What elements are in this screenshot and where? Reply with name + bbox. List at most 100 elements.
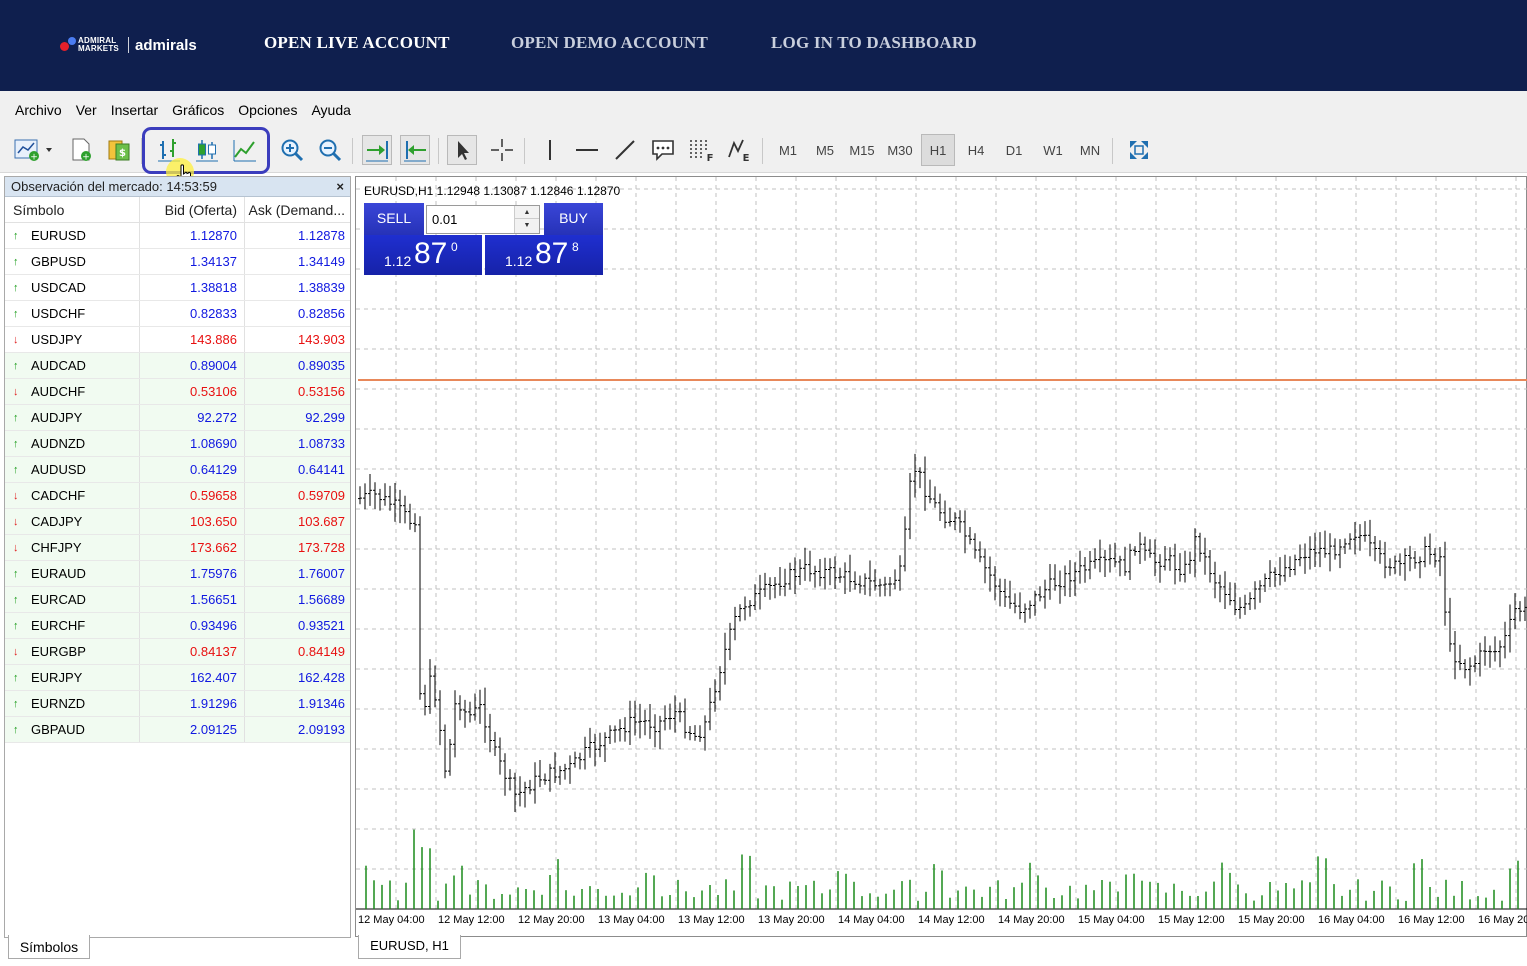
table-row[interactable]: ↑ GBPAUD 2.09125 2.09193 (5, 717, 350, 743)
bid-cell: 92.272 (140, 405, 245, 430)
table-row[interactable]: ↑ AUDCAD 0.89004 0.89035 (5, 353, 350, 379)
admirals-logo[interactable]: ADMIRAL MARKETS admirals (60, 34, 197, 56)
price-chart[interactable] (356, 177, 1527, 938)
close-icon[interactable]: × (336, 177, 344, 196)
stepper-down-icon[interactable]: ▼ (515, 219, 539, 232)
table-row[interactable]: ↑ EURUSD 1.12870 1.12878 (5, 223, 350, 249)
column-header-bid[interactable]: Bid (Oferta) (140, 197, 245, 222)
table-row[interactable]: ↑ GBPUSD 1.34137 1.34149 (5, 249, 350, 275)
column-header-symbol[interactable]: Símbolo (5, 197, 140, 222)
log-in-to-dashboard-link[interactable]: LOG IN TO DASHBOARD (771, 33, 977, 53)
timeframe-h1[interactable]: H1 (921, 134, 955, 166)
buy-button[interactable]: BUY (544, 203, 603, 235)
table-row[interactable]: ↑ AUDUSD 0.64129 0.64141 (5, 457, 350, 483)
cursor-icon[interactable] (447, 135, 477, 165)
ask-cell: 173.728 (298, 540, 345, 555)
tab-eurusd-h1[interactable]: EURUSD, H1 (358, 935, 461, 959)
ask-cell: 162.428 (298, 670, 345, 685)
vertical-line-icon[interactable] (535, 135, 565, 165)
bid-cell: 1.56651 (140, 587, 245, 612)
timeframe-m15[interactable]: M15 (845, 134, 879, 166)
new-chart-icon[interactable]: + (10, 135, 58, 165)
trendline-icon[interactable] (610, 135, 640, 165)
table-row[interactable]: ↑ EURAUD 1.75976 1.76007 (5, 561, 350, 587)
time-axis-label: 14 May 20:00 (998, 914, 1065, 926)
menu-insertar[interactable]: Insertar (104, 102, 165, 118)
table-row[interactable]: ↑ EURCHF 0.93496 0.93521 (5, 613, 350, 639)
toolbar-separator (438, 138, 439, 164)
elliott-wave-icon[interactable]: E (724, 135, 754, 165)
table-row[interactable]: ↑ USDCAD 1.38818 1.38839 (5, 275, 350, 301)
timeframe-m1[interactable]: M1 (771, 134, 805, 166)
table-row[interactable]: ↑ EURCAD 1.56651 1.56689 (5, 587, 350, 613)
table-row[interactable]: ↑ EURJPY 162.407 162.428 (5, 665, 350, 691)
timeframe-w1[interactable]: W1 (1036, 134, 1070, 166)
menu-ver[interactable]: Ver (69, 102, 104, 118)
menu-opciones[interactable]: Opciones (231, 102, 304, 118)
table-row[interactable]: ↑ EURNZD 1.91296 1.91346 (5, 691, 350, 717)
timeframe-m30[interactable]: M30 (883, 134, 917, 166)
arrow-up-icon: ↑ (13, 411, 19, 424)
menu-archivo[interactable]: Archivo (8, 102, 69, 118)
chart-shift-icon[interactable] (400, 135, 430, 165)
open-live-account-link[interactable]: OPEN LIVE ACCOUNT (264, 33, 450, 53)
ask-cell: 92.299 (305, 410, 345, 425)
tab-symbols[interactable]: Símbolos (8, 935, 90, 959)
symbol-name: EURCAD (31, 592, 86, 607)
bid-cell: 103.650 (140, 509, 245, 534)
crosshair-icon[interactable] (487, 135, 517, 165)
sell-price-box[interactable]: 1.12 87 0 (364, 235, 482, 275)
ask-cell: 0.64141 (298, 462, 345, 477)
symbol-name: AUDJPY (31, 410, 83, 425)
ask-cell: 103.687 (298, 514, 345, 529)
stepper-up-icon[interactable]: ▲ (515, 206, 539, 219)
bid-cell: 0.64129 (140, 457, 245, 482)
data-window-icon[interactable]: $ (104, 135, 134, 165)
text-label-icon[interactable] (648, 135, 678, 165)
table-row[interactable]: ↑ USDCHF 0.82833 0.82856 (5, 301, 350, 327)
menu-graficos[interactable]: Gráficos (165, 102, 231, 118)
open-demo-account-link[interactable]: OPEN DEMO ACCOUNT (511, 33, 708, 53)
timeframe-h4[interactable]: H4 (959, 134, 993, 166)
ask-cell: 1.76007 (298, 566, 345, 581)
table-row[interactable]: ↑ AUDJPY 92.272 92.299 (5, 405, 350, 431)
table-row[interactable]: ↑ AUDNZD 1.08690 1.08733 (5, 431, 350, 457)
menu-ayuda[interactable]: Ayuda (304, 102, 357, 118)
timeframe-d1[interactable]: D1 (997, 134, 1031, 166)
buy-price-box[interactable]: 1.12 87 8 (485, 235, 603, 275)
timeframe-mn[interactable]: MN (1073, 134, 1107, 166)
arrow-up-icon: ↑ (13, 229, 19, 242)
symbol-cell: ↓ USDJPY (5, 327, 140, 352)
chart-window[interactable]: EURUSD,H1 1.12948 1.13087 1.12846 1.1287… (355, 176, 1527, 937)
menu-bar: Archivo Ver Insertar Gráficos Opciones A… (0, 91, 1527, 129)
fibonacci-icon[interactable]: F (686, 135, 716, 165)
arrow-down-icon: ↓ (13, 489, 19, 502)
table-row[interactable]: ↓ CHFJPY 173.662 173.728 (5, 535, 350, 561)
svg-text:+: + (30, 153, 38, 163)
table-row[interactable]: ↓ CADCHF 0.59658 0.59709 (5, 483, 350, 509)
arrow-up-icon: ↑ (13, 437, 19, 450)
symbol-name: EURUSD (31, 228, 86, 243)
logo-separator (128, 37, 129, 53)
symbol-name: EURJPY (31, 670, 83, 685)
table-row[interactable]: ↓ CADJPY 103.650 103.687 (5, 509, 350, 535)
zoom-in-icon[interactable] (277, 135, 307, 165)
horizontal-line-icon[interactable] (572, 135, 602, 165)
arrow-up-icon: ↑ (13, 619, 19, 632)
time-axis-label: 16 May 04:00 (1318, 914, 1385, 926)
column-header-ask[interactable]: Ask (Demand... (245, 197, 350, 222)
sell-button[interactable]: SELL (364, 203, 424, 235)
new-profile-icon[interactable]: + (66, 135, 96, 165)
lot-stepper[interactable]: ▲ ▼ (514, 206, 539, 233)
zoom-out-icon[interactable] (315, 135, 345, 165)
table-row[interactable]: ↓ EURGBP 0.84137 0.84149 (5, 639, 350, 665)
symbol-cell: ↑ EURCHF (5, 613, 140, 638)
arrow-up-icon: ↑ (13, 593, 19, 606)
bid-cell: 1.38818 (140, 275, 245, 300)
table-row[interactable]: ↓ AUDCHF 0.53106 0.53156 (5, 379, 350, 405)
auto-scroll-icon[interactable] (362, 135, 392, 165)
timeframe-m5[interactable]: M5 (808, 134, 842, 166)
fullscreen-icon[interactable] (1124, 135, 1154, 165)
table-row[interactable]: ↓ USDJPY 143.886 143.903 (5, 327, 350, 353)
ask-cell: 0.82856 (298, 306, 345, 321)
